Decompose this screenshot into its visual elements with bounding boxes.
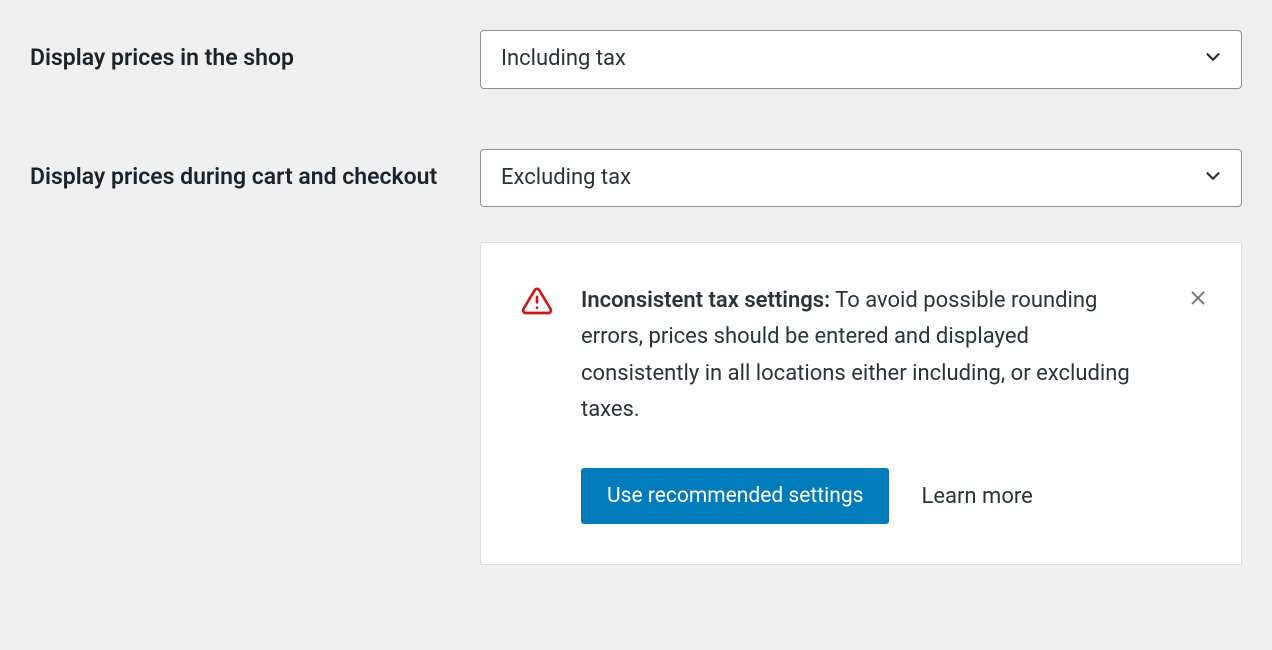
close-notice-button[interactable]	[1183, 283, 1213, 316]
use-recommended-settings-button[interactable]: Use recommended settings	[581, 468, 889, 524]
display-prices-shop-label: Display prices in the shop	[30, 30, 480, 74]
notice-title: Inconsistent tax settings:	[581, 288, 830, 313]
display-prices-shop-control: Including tax	[480, 30, 1242, 89]
tax-settings-notice: Inconsistent tax settings: To avoid poss…	[480, 242, 1242, 565]
display-prices-cart-control: Excluding tax	[480, 149, 1242, 208]
display-prices-cart-select[interactable]: Excluding tax	[480, 149, 1242, 208]
notice-actions: Use recommended settings Learn more	[581, 468, 1181, 524]
close-icon	[1187, 287, 1209, 312]
display-prices-shop-row: Display prices in the shop Including tax	[30, 30, 1242, 89]
display-prices-shop-select[interactable]: Including tax	[480, 30, 1242, 89]
display-prices-cart-label: Display prices during cart and checkout	[30, 149, 480, 193]
display-prices-shop-select-wrapper: Including tax	[480, 30, 1242, 89]
notice-content: Inconsistent tax settings: To avoid poss…	[581, 283, 1181, 524]
notice-wrapper: Inconsistent tax settings: To avoid poss…	[30, 242, 1242, 565]
notice-spacer	[30, 242, 480, 565]
display-prices-cart-row: Display prices during cart and checkout …	[30, 149, 1242, 208]
learn-more-link[interactable]: Learn more	[921, 484, 1032, 509]
warning-icon	[521, 283, 553, 524]
display-prices-cart-select-wrapper: Excluding tax	[480, 149, 1242, 208]
notice-text: Inconsistent tax settings: To avoid poss…	[581, 283, 1141, 428]
